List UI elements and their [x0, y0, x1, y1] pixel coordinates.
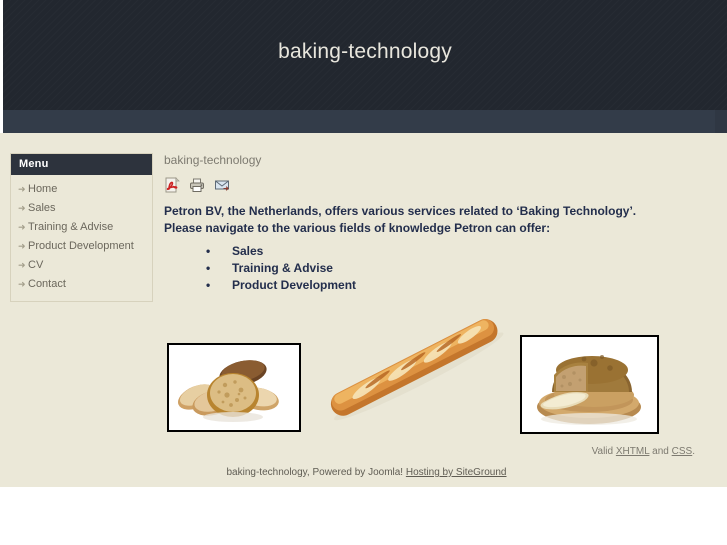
arrow-right-icon: ➜ — [18, 260, 26, 270]
photo-baguette — [316, 311, 516, 430]
bullet-icon: • — [206, 278, 211, 292]
sidebar-item-label: Training & Advise — [28, 221, 114, 233]
sidebar-item-label: Product Development — [28, 240, 134, 252]
arrow-right-icon: ➜ — [18, 203, 26, 213]
menu-module: Menu ➜ Home ➜ Sales ➜ Training & Advise … — [10, 153, 153, 302]
bullet-icon: • — [206, 261, 211, 275]
intro-paragraph: Petron BV, the Netherlands, offers vario… — [164, 203, 709, 237]
valid-suffix: . — [692, 446, 695, 457]
main-menu: ➜ Home ➜ Sales ➜ Training & Advise ➜ Pro… — [11, 175, 152, 301]
sidebar-item-label: Home — [28, 183, 58, 195]
article-content: baking-technology Petron BV, the Netherl… — [164, 153, 709, 294]
pdf-icon[interactable] — [164, 177, 180, 193]
sidebar-item-training-advise[interactable]: ➜ Training & Advise — [11, 218, 152, 237]
print-icon[interactable] — [189, 177, 205, 193]
arrow-right-icon: ➜ — [18, 184, 26, 194]
valid-prefix: Valid — [591, 446, 616, 457]
menu-list-item: ➜ Sales — [11, 199, 152, 218]
sidebar-item-label: Contact — [28, 278, 66, 290]
page-title: baking-technology — [164, 153, 262, 167]
sidebar-item-contact[interactable]: ➜ Contact — [11, 275, 152, 294]
content-band: Menu ➜ Home ➜ Sales ➜ Training & Advise … — [0, 133, 727, 487]
footer-credit-text: baking-technology, Powered by Joomla! — [226, 467, 406, 478]
arrow-right-icon: ➜ — [18, 279, 26, 289]
hosting-link[interactable]: Hosting by SiteGround — [406, 467, 507, 478]
sidebar-item-label: CV — [28, 259, 44, 271]
arrow-right-icon: ➜ — [18, 222, 26, 232]
photo-round-loaf — [520, 335, 659, 434]
list-item: • Product Development — [206, 277, 709, 294]
page-bottom-whitespace — [0, 487, 727, 545]
email-icon[interactable] — [214, 177, 230, 193]
sidebar-item-cv[interactable]: ➜ CV — [11, 256, 152, 275]
service-label: Training & Advise — [232, 261, 333, 275]
valid-middle: and — [649, 446, 672, 457]
list-item: • Sales — [206, 243, 709, 260]
intro-line-2: Please navigate to the various fields of… — [164, 221, 551, 235]
sidebar-item-label: Sales — [28, 202, 56, 214]
validation-line: Valid XHTML and CSS. — [592, 446, 695, 457]
service-label: Product Development — [232, 278, 357, 292]
menu-module-title: Menu — [11, 154, 152, 175]
xhtml-link[interactable]: XHTML — [616, 446, 650, 457]
content-band-inner: Menu ➜ Home ➜ Sales ➜ Training & Advise … — [3, 133, 727, 487]
sidebar-item-sales[interactable]: ➜ Sales — [11, 199, 152, 218]
photo-bread-slices — [167, 343, 301, 432]
header-lower-band — [3, 110, 715, 133]
list-item: • Training & Advise — [206, 260, 709, 277]
services-list: • Sales • Training & Advise • Product De… — [164, 243, 709, 294]
service-label: Sales — [232, 244, 264, 258]
image-strip — [164, 305, 709, 434]
menu-list-item: ➜ Product Development — [11, 237, 152, 256]
arrow-right-icon: ➜ — [18, 241, 26, 251]
article-toolbar — [164, 177, 709, 193]
site-header: baking-technology — [3, 0, 727, 133]
css-link[interactable]: CSS — [672, 446, 693, 457]
page-root: baking-technology Menu ➜ Home ➜ Sales ➜ … — [0, 0, 727, 545]
site-title: baking-technology — [278, 40, 452, 63]
sidebar: Menu ➜ Home ➜ Sales ➜ Training & Advise … — [10, 153, 153, 302]
sidebar-item-product-development[interactable]: ➜ Product Development — [11, 237, 152, 256]
intro-line-1: Petron BV, the Netherlands, offers vario… — [164, 204, 637, 218]
footer-credit: baking-technology, Powered by Joomla! Ho… — [3, 467, 727, 478]
menu-list-item: ➜ Home — [11, 180, 152, 199]
menu-list-item: ➜ Training & Advise — [11, 218, 152, 237]
menu-list-item: ➜ CV — [11, 256, 152, 275]
menu-list-item: ➜ Contact — [11, 275, 152, 294]
bullet-icon: • — [206, 244, 211, 258]
sidebar-item-home[interactable]: ➜ Home — [11, 180, 152, 199]
